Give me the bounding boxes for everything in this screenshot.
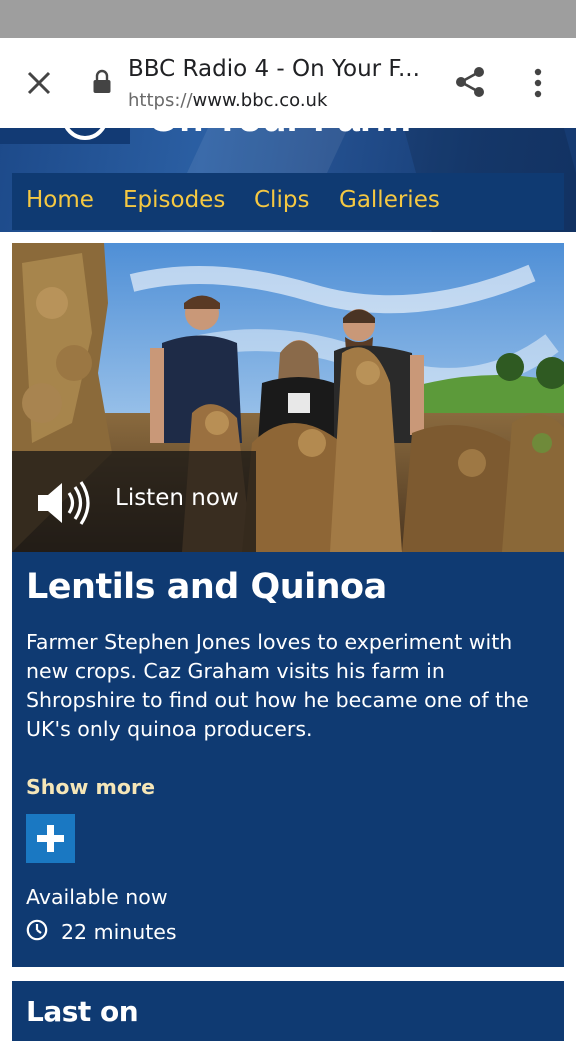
listen-now-label: Listen now bbox=[115, 485, 239, 511]
episode-description: Farmer Stephen Jones loves to experiment… bbox=[26, 630, 529, 741]
episode-duration: 22 minutes bbox=[61, 920, 177, 944]
episode-title: Lentils and Quinoa bbox=[26, 567, 387, 607]
programme-brand[interactable]: On Your Farm bbox=[148, 128, 411, 141]
system-status-bar bbox=[0, 0, 576, 38]
last-on-heading: Last on bbox=[26, 995, 139, 1028]
episode-image[interactable]: Listen now bbox=[12, 243, 564, 552]
url-display[interactable]: https://www.bbc.co.uk bbox=[128, 90, 327, 111]
url-host: www.bbc.co.uk bbox=[192, 90, 328, 111]
close-icon[interactable] bbox=[22, 66, 56, 100]
last-on-section: Last on bbox=[12, 981, 564, 1041]
episode-card: Listen now Lentils and Quinoa Farmer Ste… bbox=[12, 243, 564, 967]
nav-home[interactable]: Home bbox=[26, 187, 94, 213]
nav-episodes[interactable]: Episodes bbox=[123, 187, 225, 213]
nav-clips[interactable]: Clips bbox=[254, 187, 309, 213]
show-more-link[interactable]: Show more bbox=[26, 775, 155, 799]
more-vert-icon[interactable] bbox=[528, 66, 548, 102]
nav-galleries[interactable]: Galleries bbox=[339, 187, 440, 213]
listen-now-button[interactable]: Listen now bbox=[12, 451, 256, 552]
availability-status: Available now bbox=[26, 885, 168, 909]
programme-nav: Home Episodes Clips Galleries bbox=[12, 173, 564, 230]
plus-icon bbox=[37, 825, 64, 852]
url-scheme: https:// bbox=[128, 90, 193, 111]
page-title[interactable]: BBC Radio 4 - On Your F... bbox=[128, 56, 420, 82]
clock-icon bbox=[26, 919, 48, 941]
lock-icon bbox=[93, 69, 111, 93]
radio4-logo-box[interactable] bbox=[0, 128, 130, 144]
share-icon[interactable] bbox=[452, 64, 488, 100]
browser-toolbar: BBC Radio 4 - On Your F... https://www.b… bbox=[0, 38, 576, 128]
expand-button[interactable] bbox=[26, 814, 75, 863]
speaker-icon bbox=[38, 481, 90, 525]
